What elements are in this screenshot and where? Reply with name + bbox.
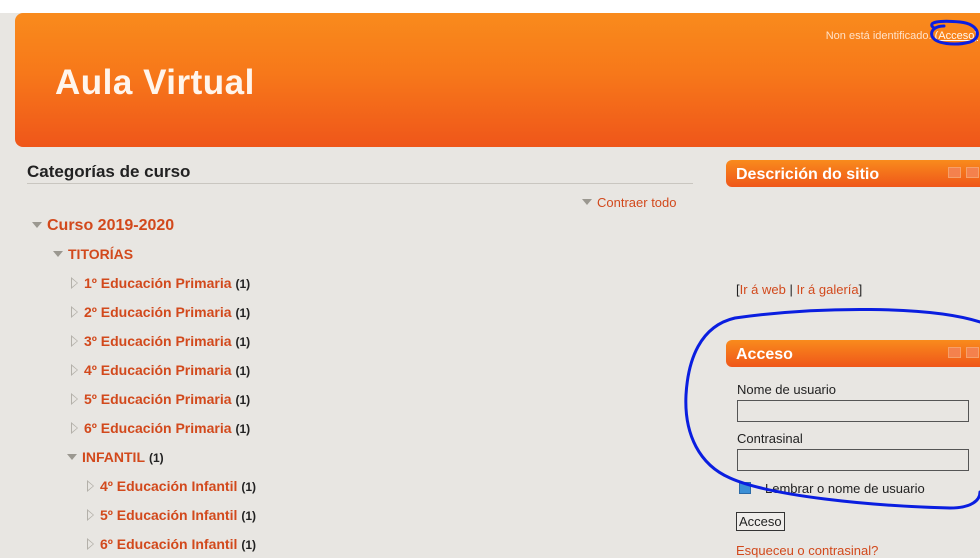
login-submit-button[interactable]: Acceso [736,512,785,531]
expanded-triangle-icon [32,222,42,228]
password-field[interactable] [737,449,969,471]
course-link[interactable]: 5º Educación Infantil [100,507,237,523]
site-links: [Ir á web | Ir á galería] [736,282,862,297]
category-curso-2019-2020[interactable]: Curso 2019-2020 [32,217,174,235]
page-header: Aula Virtual Non está identificado. (Acc… [15,13,980,147]
collapse-all-label: Contraer todo [597,195,677,210]
collapsed-triangle-icon [71,335,78,347]
minimize-block-icon[interactable] [948,167,961,178]
collapse-triangle-icon [582,199,592,205]
list-item[interactable]: 3º Educación Primaria (1) [71,333,251,349]
course-link[interactable]: 6º Educación Infantil [100,536,237,552]
collapsed-triangle-icon [71,306,78,318]
list-item[interactable]: 1º Educación Primaria (1) [71,275,251,291]
course-link[interactable]: 5º Educación Primaria [84,391,232,407]
login-link[interactable]: (Acceso) [935,30,978,42]
course-link[interactable]: 1º Educación Primaria [84,275,232,291]
gallery-link[interactable]: Ir á galería [796,282,858,297]
course-count: (1) [235,393,251,407]
category-label[interactable]: TITORÍAS [68,246,133,262]
list-item[interactable]: 4º Educación Primaria (1) [71,362,251,378]
course-count: (1) [235,364,251,378]
password-label: Contrasinal [737,431,803,446]
category-titorias[interactable]: TITORÍAS [53,246,133,262]
expanded-triangle-icon [67,454,77,460]
expanded-triangle-icon [53,251,63,257]
list-item[interactable]: 2º Educación Primaria (1) [71,304,251,320]
course-count: (1) [235,422,251,436]
collapsed-triangle-icon [71,277,78,289]
heading-divider [27,183,693,184]
username-field[interactable] [737,400,969,422]
course-count: (1) [241,538,257,552]
site-title: Aula Virtual [55,63,255,102]
list-item[interactable]: 6º Educación Infantil (1) [87,536,257,552]
collapsed-triangle-icon [87,509,94,521]
collapsed-triangle-icon [87,538,94,550]
dock-block-icon[interactable] [966,347,979,358]
block-title: Descrición do sitio [736,166,880,183]
collapse-all-link[interactable]: Contraer todo [582,195,677,210]
category-infantil[interactable]: INFANTIL (1) [67,449,164,465]
login-block-header: Acceso [726,340,980,367]
collapsed-triangle-icon [71,422,78,434]
dock-block-icon[interactable] [966,167,979,178]
link-separator: | [785,282,797,297]
block-title: Acceso [736,346,793,363]
collapsed-triangle-icon [71,364,78,376]
course-link[interactable]: 4º Educación Primaria [84,362,232,378]
web-link[interactable]: Ir á web [740,282,786,297]
course-count: (1) [235,277,251,291]
login-info: Non está identificado. (Acceso) [826,30,978,42]
course-link[interactable]: 2º Educación Primaria [84,304,232,320]
category-count: (1) [149,451,164,465]
forgot-password-link[interactable]: Esqueceu o contrasinal? [736,543,878,558]
categories-heading: Categorías de curso [27,162,191,181]
site-description-block-header: Descrición do sitio [726,160,980,187]
collapsed-triangle-icon [71,393,78,405]
collapsed-triangle-icon [87,480,94,492]
list-item[interactable]: 5º Educación Primaria (1) [71,391,251,407]
list-item[interactable]: 5º Educación Infantil (1) [87,507,257,523]
category-label[interactable]: INFANTIL [82,449,145,465]
username-label: Nome de usuario [737,382,836,397]
minimize-block-icon[interactable] [948,347,961,358]
list-item[interactable]: 6º Educación Primaria (1) [71,420,251,436]
course-count: (1) [241,480,257,494]
not-logged-text: Non está identificado. [825,30,932,42]
course-link[interactable]: 6º Educación Primaria [84,420,232,436]
course-count: (1) [235,335,251,349]
remember-username-label: Lembrar o nome de usuario [765,481,925,496]
list-item[interactable]: 4º Educación Infantil (1) [87,478,257,494]
course-link[interactable]: 4º Educación Infantil [100,478,237,494]
bracket-close: ] [858,282,863,297]
category-label[interactable]: Curso 2019-2020 [47,217,174,234]
course-link[interactable]: 3º Educación Primaria [84,333,232,349]
remember-username-checkbox[interactable] [739,482,751,494]
course-count: (1) [235,306,251,320]
course-count: (1) [241,509,257,523]
top-strip [0,0,980,13]
